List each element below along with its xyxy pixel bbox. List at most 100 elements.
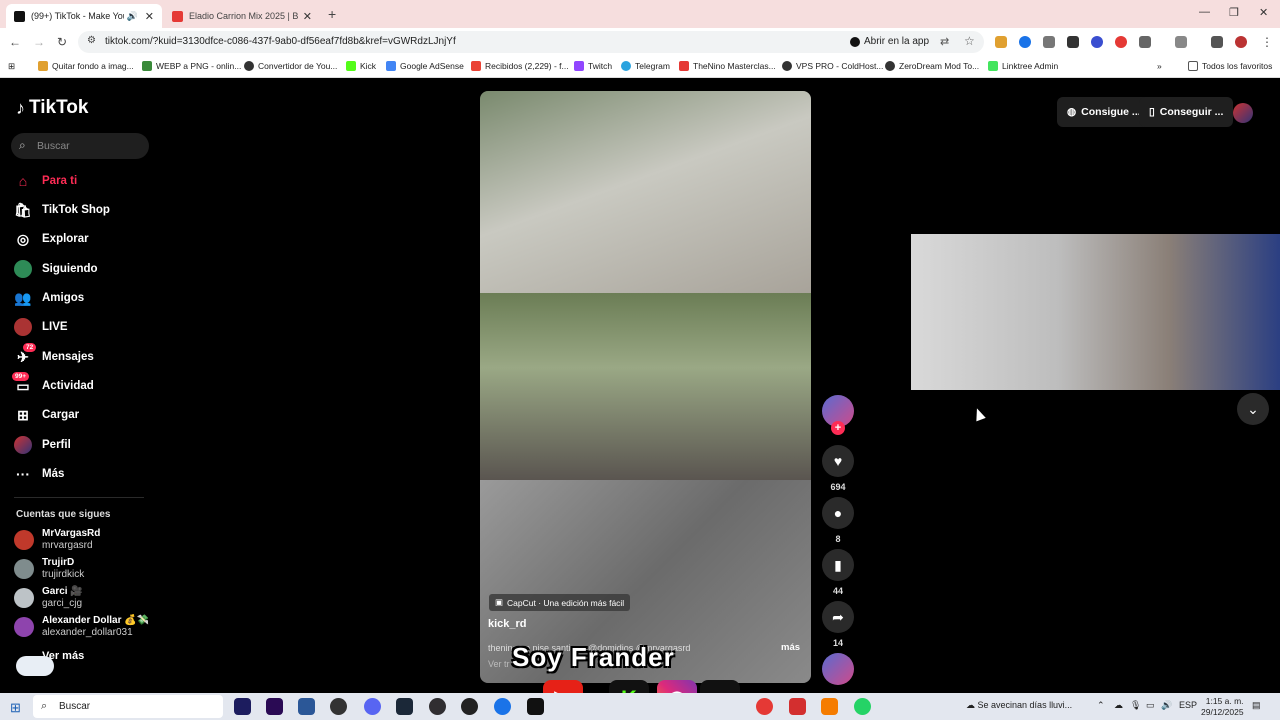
video-username[interactable]: kick_rd	[488, 618, 527, 630]
nav-amigos[interactable]: 👥 Amigos	[14, 286, 84, 310]
bookmark-item[interactable]: Quitar fondo a imag...	[38, 61, 134, 71]
bookmark-item[interactable]: Convertidor de You...	[244, 61, 337, 71]
app-icon[interactable]	[527, 698, 544, 715]
menu-dots-icon[interactable]: ⋮	[1261, 35, 1273, 49]
bookmark-item[interactable]: Twitch	[574, 61, 612, 71]
close-window-icon[interactable]: ✕	[1259, 6, 1268, 19]
restore-icon[interactable]: ❐	[1229, 6, 1239, 19]
nav-mas[interactable]: ··· Más	[14, 462, 64, 486]
edge-icon[interactable]	[494, 698, 511, 715]
translate-link[interactable]: Ver tr	[488, 659, 510, 669]
open-in-app-button[interactable]: Abrir en la app	[850, 36, 929, 47]
new-tab-icon[interactable]: +	[328, 6, 336, 22]
app-icon[interactable]	[821, 698, 838, 715]
bookmark-icon[interactable]: ▮	[822, 549, 854, 581]
following-account[interactable]: Alexander Dollar 💰💸 alexander_dollar031	[14, 615, 149, 639]
side-panel-icon[interactable]	[1175, 36, 1187, 48]
close-icon[interactable]: ✕	[145, 10, 154, 23]
nav-actividad[interactable]: ▭ 99+ Actividad	[12, 372, 94, 398]
nav-explorar[interactable]: ◎ Explorar	[14, 227, 89, 251]
speaker-icon[interactable]: 🔊	[127, 11, 138, 22]
clock[interactable]: 1:15 a. m. 29/12/2025	[1201, 696, 1244, 718]
tray-chevron-icon[interactable]: ⌃	[1097, 700, 1105, 711]
profile-avatar-icon[interactable]	[1235, 36, 1247, 48]
user-avatar[interactable]	[1233, 103, 1253, 123]
share-icon[interactable]: ➦	[822, 601, 854, 633]
close-icon[interactable]: ✕	[303, 10, 312, 23]
chevron-down-icon[interactable]: ⌄	[1237, 393, 1269, 425]
search-input[interactable]: ⌕ Buscar	[11, 133, 149, 159]
reload-icon[interactable]: ↻	[57, 35, 67, 49]
nav-para-ti[interactable]: ⌂ Para ti	[14, 169, 77, 193]
extension-icon[interactable]	[1019, 36, 1031, 48]
app-icon[interactable]	[789, 698, 806, 715]
more-bookmarks-icon[interactable]: »	[1157, 61, 1162, 71]
nav-perfil[interactable]: Perfil	[14, 433, 71, 457]
omnibox[interactable]: ⚙ tiktok.com/?kuid=3130dfce-c086-437f-9a…	[78, 31, 984, 53]
get-app-button[interactable]: ▯ Conseguir ...	[1139, 97, 1234, 127]
tab-tiktok[interactable]: (99+) TikTok - Make Your Da 🔊 ✕	[6, 4, 162, 28]
bookmark-item[interactable]: Telegram	[621, 61, 670, 71]
nav-tiktok-shop[interactable]: 🛍 TikTok Shop	[14, 198, 110, 222]
site-info-icon[interactable]: ⚙	[87, 35, 96, 46]
star-icon[interactable]: ☆	[964, 34, 975, 48]
steam-icon[interactable]	[396, 698, 413, 715]
discord-icon[interactable]	[364, 698, 381, 715]
network-icon[interactable]: ▭	[1146, 700, 1155, 711]
photoshop-icon[interactable]	[234, 698, 251, 715]
translate-icon[interactable]: ⇄	[940, 35, 949, 48]
apps-grid-icon[interactable]: ⊞	[8, 61, 15, 72]
bookmark-item[interactable]: WEBP a PNG - onlin...	[142, 61, 241, 71]
share-action[interactable]: ➦ 14	[821, 601, 855, 648]
app-icon[interactable]	[461, 698, 478, 715]
bookmark-item[interactable]: Recibidos (2,229) - f...	[471, 61, 569, 71]
extension-icon[interactable]	[1091, 36, 1103, 48]
premiere-icon[interactable]	[266, 698, 283, 715]
comment-icon[interactable]: ●	[822, 497, 854, 529]
bookmark-item[interactable]: Linktree Admin	[988, 61, 1058, 71]
whatsapp-icon[interactable]	[854, 698, 871, 715]
extension-icon[interactable]	[1115, 36, 1127, 48]
bookmark-item[interactable]: VPS PRO - ColdHost...	[782, 61, 883, 71]
extensions-puzzle-icon[interactable]	[1139, 36, 1151, 48]
notifications-icon[interactable]: ▤	[1252, 700, 1261, 711]
tab-youtube[interactable]: Eladio Carrion Mix 2025 | BEST ✕	[164, 4, 320, 28]
extension-icon[interactable]	[1043, 36, 1055, 48]
extension-icon[interactable]	[995, 36, 1007, 48]
following-account[interactable]: TrujirD trujirdkick	[14, 557, 84, 581]
minimize-icon[interactable]: —	[1199, 6, 1210, 18]
more-link[interactable]: más	[781, 642, 800, 653]
taskbar-search[interactable]: ⌕ Buscar	[33, 695, 223, 718]
app-icon[interactable]	[298, 698, 315, 715]
url-text[interactable]: tiktok.com/?kuid=3130dfce-c086-437f-9ab0…	[105, 36, 456, 47]
all-favorites-folder[interactable]: Todos los favoritos	[1188, 61, 1272, 71]
comment-action[interactable]: ● 8	[821, 497, 855, 544]
sound-disc-icon[interactable]	[822, 653, 854, 685]
tiktok-logo[interactable]: ♪ TikTok	[16, 97, 88, 119]
nav-live[interactable]: LIVE	[14, 315, 68, 339]
like-action[interactable]: ♥ 694	[821, 445, 855, 492]
bookmark-item[interactable]: Google AdSense	[386, 61, 464, 71]
obs-icon[interactable]	[429, 698, 446, 715]
forward-icon[interactable]: →	[33, 35, 45, 49]
nav-siguiendo[interactable]: Siguiendo	[14, 257, 98, 281]
floating-widget-icon[interactable]	[16, 656, 54, 676]
mic-icon[interactable]: 🎙	[1130, 700, 1141, 711]
weather-widget[interactable]: ☁ Se avecinan días lluvi...	[966, 700, 1072, 711]
back-icon[interactable]: ←	[9, 35, 21, 49]
nav-mensajes[interactable]: ✈ 72 Mensajes	[14, 343, 94, 369]
save-action[interactable]: ▮ 44	[821, 549, 855, 596]
video-player[interactable]: ▣ CapCut · Una edición más fácil kick_rd…	[480, 91, 811, 683]
tray-cloud-icon[interactable]: ☁	[1114, 700, 1123, 711]
capcut-tag[interactable]: ▣ CapCut · Una edición más fácil	[489, 594, 631, 611]
bookmark-item[interactable]: Kick	[346, 61, 376, 71]
volume-icon[interactable]: 🔊	[1161, 700, 1172, 711]
following-account[interactable]: Garci 🎥 garci_cjg	[14, 586, 83, 610]
app-icon[interactable]	[330, 698, 347, 715]
windows-start-icon[interactable]: ⊞	[10, 700, 21, 716]
heart-icon[interactable]: ♥	[822, 445, 854, 477]
bookmark-item[interactable]: ZeroDream Mod To...	[885, 61, 979, 71]
extension-icon[interactable]	[1067, 36, 1079, 48]
get-coins-button[interactable]: ◍ Consigue ...	[1057, 97, 1151, 127]
bookmark-item[interactable]: TheNino Masterclas...	[679, 61, 776, 71]
